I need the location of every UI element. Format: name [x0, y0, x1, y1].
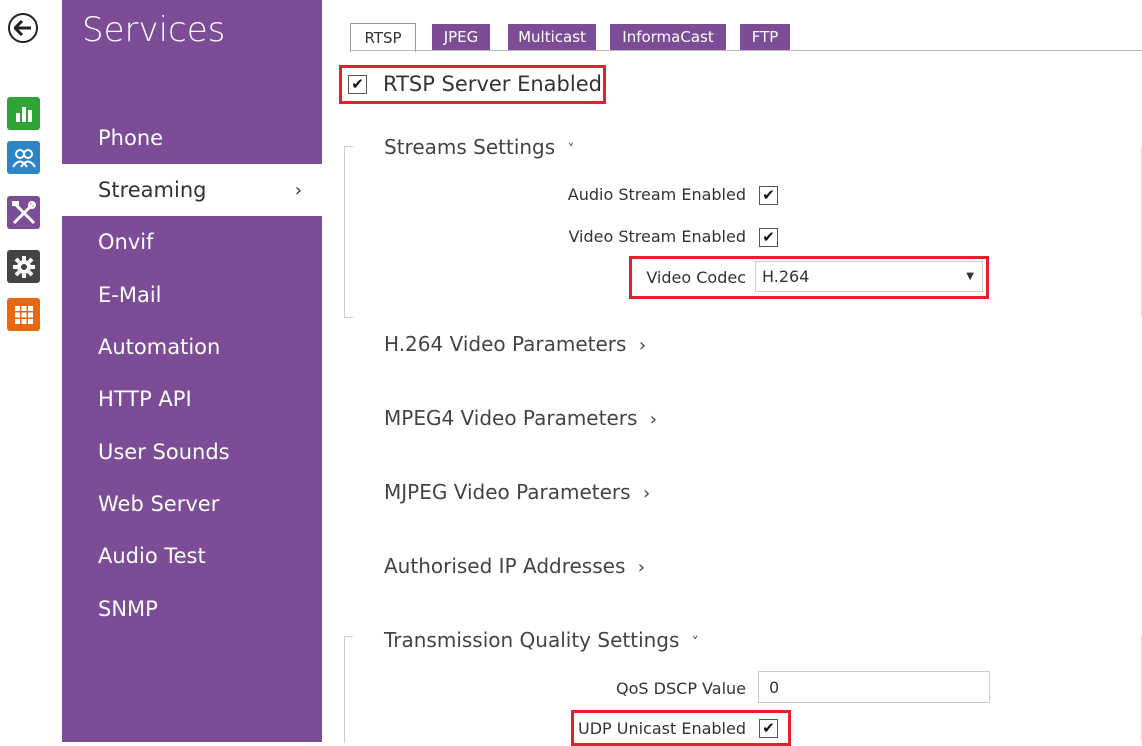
sidebar-item-snmp[interactable]: SNMP: [62, 583, 322, 635]
video-codec-value: H.264: [762, 267, 810, 286]
system-grid-icon[interactable]: [7, 298, 40, 331]
sidebar-item-label: SNMP: [98, 597, 158, 621]
main-content: RTSP JPEG Multicast InformaCast FTP ✔ RT…: [322, 0, 1142, 746]
chevron-down-icon: ˅: [691, 635, 699, 651]
tab-informacast[interactable]: InformaCast: [610, 24, 726, 50]
sidebar-item-user-sounds[interactable]: User Sounds: [62, 426, 322, 478]
section-title: Streams Settings: [384, 135, 556, 159]
check-icon: ✔: [762, 719, 775, 737]
sidebar-item-automation[interactable]: Automation: [62, 321, 322, 373]
tab-multicast[interactable]: Multicast: [508, 24, 596, 50]
dropdown-arrow-icon: ▼: [966, 271, 974, 282]
sidebar-item-audio-test[interactable]: Audio Test: [62, 530, 322, 582]
section-title: Transmission Quality Settings: [384, 628, 680, 652]
video-stream-label: Video Stream Enabled: [568, 227, 746, 246]
transmission-quality-header[interactable]: Transmission Quality Settings ˅: [384, 628, 699, 652]
sidebar-item-streaming[interactable]: Streaming ›: [62, 164, 322, 216]
rtsp-server-checkbox[interactable]: ✔: [348, 75, 367, 94]
chevron-right-icon: ›: [649, 409, 657, 430]
audio-stream-checkbox[interactable]: ✔: [759, 186, 778, 205]
sidebar-item-web-server[interactable]: Web Server: [62, 478, 322, 530]
back-arrow-icon[interactable]: [8, 13, 38, 43]
check-icon: ✔: [762, 228, 775, 246]
services-sidebar: Services Phone Streaming › Onvif E-Mail A…: [62, 0, 322, 742]
mpeg4-params-header[interactable]: MPEG4 Video Parameters ›: [384, 406, 657, 430]
icon-rail: [0, 0, 62, 742]
check-icon: ✔: [351, 75, 364, 93]
tab-rtsp[interactable]: RTSP: [350, 23, 416, 52]
authorised-ip-header[interactable]: Authorised IP Addresses ›: [384, 554, 645, 578]
sidebar-item-phone[interactable]: Phone: [62, 112, 322, 164]
streams-settings-header[interactable]: Streams Settings ˅: [384, 135, 575, 159]
h264-params-header[interactable]: H.264 Video Parameters ›: [384, 332, 646, 356]
chevron-right-icon: ›: [642, 483, 651, 504]
sidebar-title: Services: [82, 10, 226, 50]
mjpeg-params-header[interactable]: MJPEG Video Parameters ›: [384, 480, 650, 504]
video-codec-label: Video Codec: [646, 268, 746, 287]
sidebar-item-label: Onvif: [98, 230, 154, 254]
video-stream-checkbox[interactable]: ✔: [759, 228, 778, 247]
audio-stream-label: Audio Stream Enabled: [567, 185, 746, 204]
rtsp-server-label: RTSP Server Enabled: [383, 72, 602, 96]
check-icon: ✔: [762, 186, 775, 204]
directory-icon[interactable]: [7, 141, 40, 174]
section-title: MPEG4 Video Parameters: [384, 406, 638, 430]
section-bracket: [1135, 146, 1142, 316]
sidebar-item-label: Phone: [98, 126, 164, 150]
sidebar-item-onvif[interactable]: Onvif: [62, 216, 322, 268]
udp-unicast-checkbox[interactable]: ✔: [759, 719, 778, 738]
section-title: Authorised IP Addresses: [384, 554, 626, 578]
qos-dscp-value: 0: [769, 677, 780, 697]
hardware-tools-icon[interactable]: [7, 196, 40, 229]
sidebar-item-label: Automation: [98, 335, 221, 359]
services-gear-icon[interactable]: [7, 250, 40, 283]
tab-divider: [350, 50, 1142, 51]
qos-dscp-input[interactable]: 0: [758, 671, 990, 703]
sidebar-item-http-api[interactable]: HTTP API: [62, 373, 322, 425]
sidebar-item-label: E-Mail: [98, 283, 162, 307]
status-icon[interactable]: [7, 97, 40, 130]
qos-dscp-label: QoS DSCP Value: [616, 679, 746, 698]
tab-ftp[interactable]: FTP: [740, 24, 790, 50]
sidebar-item-label: HTTP API: [98, 387, 192, 411]
sidebar-item-label: User Sounds: [98, 440, 230, 464]
chevron-right-icon: ›: [294, 179, 302, 201]
section-title: H.264 Video Parameters: [384, 332, 627, 356]
video-codec-select[interactable]: H.264 ▼: [755, 261, 983, 292]
sidebar-item-label: Web Server: [98, 492, 220, 516]
chevron-down-icon: ˅: [567, 142, 575, 158]
section-bracket: [1135, 636, 1142, 742]
section-bracket: [344, 636, 353, 743]
sidebar-item-label: Audio Test: [98, 544, 206, 568]
chevron-right-icon: ›: [638, 335, 647, 356]
tab-jpeg[interactable]: JPEG: [432, 24, 490, 50]
sidebar-item-email[interactable]: E-Mail: [62, 269, 322, 321]
sidebar-item-label: Streaming: [98, 178, 207, 202]
chevron-right-icon: ›: [637, 557, 645, 578]
section-bracket: [344, 146, 353, 318]
udp-unicast-label: UDP Unicast Enabled: [577, 719, 746, 738]
section-title: MJPEG Video Parameters: [384, 480, 631, 504]
